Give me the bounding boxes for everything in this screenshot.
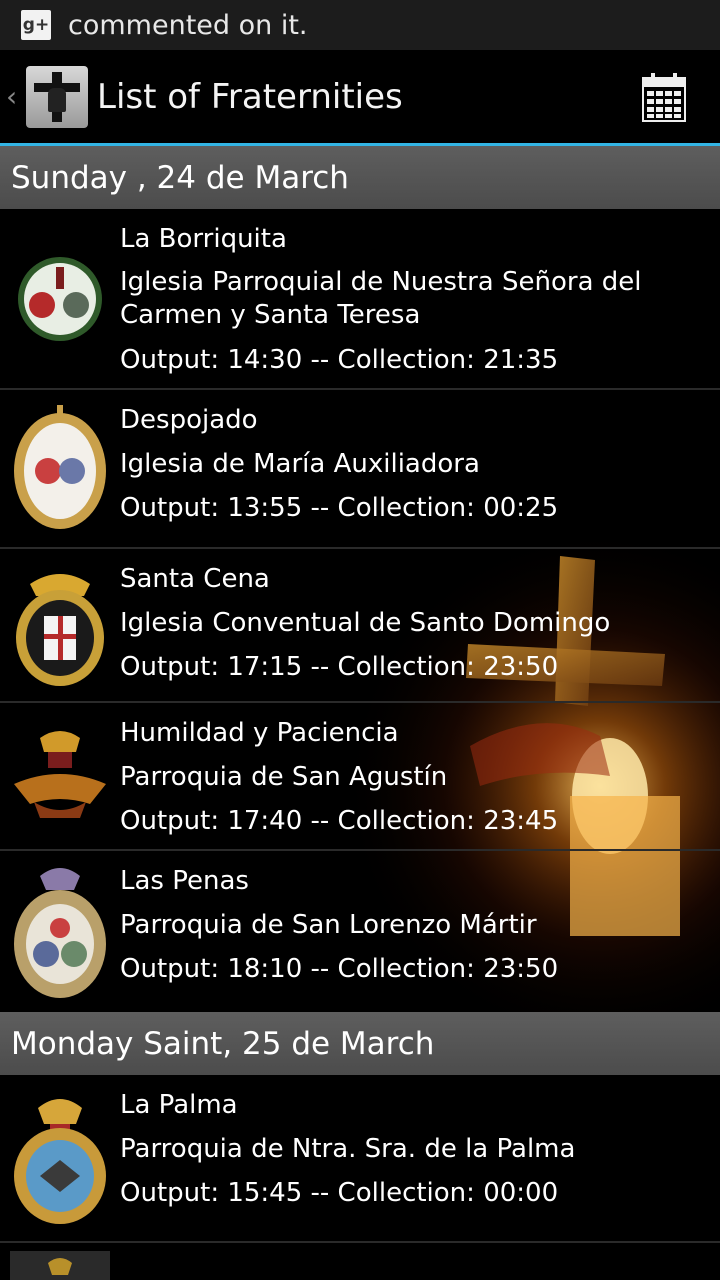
- back-chevron-icon[interactable]: ‹: [6, 80, 24, 113]
- list-item[interactable]: La Borriquita Iglesia Parroquial de Nues…: [0, 209, 720, 390]
- fraternity-church: Parroquia de San Agustín: [120, 762, 448, 792]
- fraternity-name: Las Penas: [120, 866, 249, 896]
- page-title: List of Fraternities: [97, 76, 403, 117]
- list-item-partial[interactable]: [0, 1243, 720, 1280]
- fraternity-name: La Borriquita: [120, 224, 287, 254]
- list-item[interactable]: Despojado Iglesia de María Auxiliadora O…: [0, 390, 720, 549]
- fraternity-crest-icon: [0, 1243, 120, 1280]
- app-crucifix-icon[interactable]: [26, 65, 88, 128]
- fraternity-times: Output: 17:15 -- Collection: 23:50: [120, 652, 559, 682]
- fraternity-name: Despojado: [120, 405, 258, 435]
- google-plus-icon: g+: [21, 10, 51, 40]
- fraternity-name: Humildad y Paciencia: [120, 718, 399, 748]
- list-item[interactable]: La Palma Parroquia de Ntra. Sra. de la P…: [0, 1075, 720, 1243]
- section-header-sunday: Sunday , 24 de March: [0, 146, 720, 209]
- fraternity-church: Iglesia Conventual de Santo Domingo: [120, 608, 611, 638]
- calendar-icon[interactable]: [642, 72, 686, 122]
- fraternity-crest-icon: [0, 851, 120, 1012]
- fraternity-church: Parroquia de Ntra. Sra. de la Palma: [120, 1134, 576, 1164]
- fraternity-crest-icon: [0, 209, 120, 388]
- fraternity-times: Output: 17:40 -- Collection: 23:45: [120, 806, 559, 836]
- list-item[interactable]: Humildad y Paciencia Parroquia de San Ag…: [0, 703, 720, 851]
- fraternity-church: Parroquia de San Lorenzo Mártir: [120, 910, 537, 940]
- fraternity-crest-icon: [0, 1075, 120, 1241]
- status-bar: g+ commented on it.: [0, 0, 720, 50]
- fraternity-church: Iglesia de María Auxiliadora: [120, 449, 480, 479]
- fraternity-times: Output: 13:55 -- Collection: 00:25: [120, 493, 559, 523]
- fraternity-times: Output: 18:10 -- Collection: 23:50: [120, 954, 559, 984]
- fraternity-crest-icon: [0, 549, 120, 701]
- action-bar: ‹ List of Fraternities: [0, 50, 720, 143]
- section-header-monday: Monday Saint, 25 de March: [0, 1012, 720, 1075]
- fraternity-church: Iglesia Parroquial de Nuestra Señora del…: [120, 267, 642, 330]
- status-notification-text: commented on it.: [68, 9, 308, 41]
- fraternity-times: Output: 15:45 -- Collection: 00:00: [120, 1178, 559, 1208]
- fraternity-times: Output: 14:30 -- Collection: 21:35: [120, 345, 559, 375]
- list-item[interactable]: Santa Cena Iglesia Conventual de Santo D…: [0, 549, 720, 703]
- list-item[interactable]: Las Penas Parroquia de San Lorenzo Márti…: [0, 851, 720, 1012]
- fraternity-list: Sunday , 24 de March La Borriquita Igles…: [0, 146, 720, 1280]
- fraternity-crest-icon: [0, 390, 120, 547]
- fraternity-name: Santa Cena: [120, 564, 270, 594]
- fraternity-crest-icon: [0, 703, 120, 849]
- fraternity-name: La Palma: [120, 1090, 238, 1120]
